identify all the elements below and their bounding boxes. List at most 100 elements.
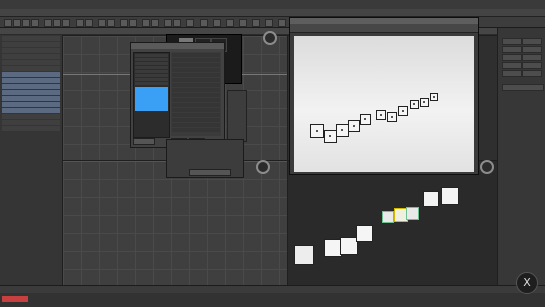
- explorer-row[interactable]: [2, 66, 60, 71]
- die-object[interactable]: [294, 245, 314, 265]
- viewcube-icon[interactable]: [263, 31, 277, 45]
- command-button[interactable]: [522, 54, 542, 61]
- explorer-row[interactable]: [2, 114, 60, 119]
- die-object[interactable]: [423, 191, 439, 207]
- command-button[interactable]: [522, 38, 542, 45]
- explorer-row[interactable]: [2, 54, 60, 59]
- toolbar-button[interactable]: [22, 19, 30, 27]
- option-row[interactable]: [172, 113, 220, 117]
- explorer-row[interactable]: [2, 120, 60, 125]
- option-row[interactable]: [172, 73, 220, 77]
- toolbar-button[interactable]: [31, 19, 39, 27]
- list-item[interactable]: [135, 70, 168, 73]
- toolbar-button[interactable]: [151, 19, 159, 27]
- toolbar-button[interactable]: [120, 19, 128, 27]
- toolbar-button[interactable]: [129, 19, 137, 27]
- explorer-row[interactable]: [2, 72, 60, 77]
- die-render: [376, 110, 386, 120]
- explorer-row[interactable]: [2, 48, 60, 53]
- toolbar-button[interactable]: [62, 19, 70, 27]
- viewcube-icon[interactable]: [480, 160, 494, 174]
- list-item[interactable]: [135, 82, 168, 85]
- list-item[interactable]: [135, 62, 168, 65]
- command-button[interactable]: [522, 62, 542, 69]
- command-button[interactable]: [502, 46, 522, 53]
- viewport-perspective[interactable]: [287, 160, 499, 287]
- toolbar-button[interactable]: [164, 19, 172, 27]
- die-object-selected[interactable]: [406, 207, 419, 220]
- option-row[interactable]: [172, 118, 220, 122]
- command-button[interactable]: [522, 46, 542, 53]
- toolbar-button[interactable]: [142, 19, 150, 27]
- viewport-front[interactable]: [62, 160, 289, 287]
- option-row[interactable]: [172, 108, 220, 112]
- die-render: [398, 106, 408, 116]
- explorer-row[interactable]: [2, 96, 60, 101]
- toolbar-button[interactable]: [4, 19, 12, 27]
- toolbar-button[interactable]: [186, 19, 194, 27]
- option-row[interactable]: [172, 78, 220, 82]
- explorer-row[interactable]: [2, 84, 60, 89]
- die-render: [387, 112, 397, 122]
- die-object-selected[interactable]: [382, 211, 394, 223]
- viewcube-icon[interactable]: [256, 160, 270, 174]
- list-item[interactable]: [135, 54, 168, 57]
- die-object[interactable]: [356, 225, 373, 242]
- list-item[interactable]: [135, 74, 168, 77]
- panel-button[interactable]: [189, 169, 231, 176]
- explorer-row[interactable]: [2, 42, 60, 47]
- toolbar-button[interactable]: [226, 19, 234, 27]
- list-item[interactable]: [135, 78, 168, 81]
- option-row[interactable]: [172, 128, 220, 132]
- toolbar-button[interactable]: [13, 19, 21, 27]
- command-button[interactable]: [522, 70, 542, 77]
- explorer-row[interactable]: [2, 90, 60, 95]
- die-render: [360, 114, 371, 125]
- die-object[interactable]: [441, 187, 459, 205]
- toolbar-button[interactable]: [200, 19, 208, 27]
- explorer-row[interactable]: [2, 78, 60, 83]
- option-row[interactable]: [172, 88, 220, 92]
- option-row[interactable]: [172, 83, 220, 87]
- command-button[interactable]: [502, 54, 522, 61]
- explorer-row[interactable]: [2, 36, 60, 41]
- list-item[interactable]: [135, 66, 168, 69]
- toolbar-button[interactable]: [44, 19, 52, 27]
- toolbar-button[interactable]: [278, 19, 286, 27]
- command-button[interactable]: [502, 70, 522, 77]
- navigation-wheel-icon[interactable]: X: [516, 272, 538, 294]
- toolbar-button[interactable]: [265, 19, 273, 27]
- dialog-title: [131, 43, 224, 49]
- command-button[interactable]: [502, 62, 522, 69]
- explorer-row[interactable]: [2, 60, 60, 65]
- option-row[interactable]: [172, 93, 220, 97]
- option-row[interactable]: [172, 98, 220, 102]
- explorer-row[interactable]: [2, 108, 60, 113]
- command-button[interactable]: [502, 84, 544, 91]
- render-canvas: [294, 36, 474, 172]
- option-row[interactable]: [172, 68, 220, 72]
- option-row[interactable]: [172, 103, 220, 107]
- dialog-button[interactable]: [133, 138, 155, 145]
- selected-items[interactable]: [135, 87, 168, 111]
- toolbar-button[interactable]: [76, 19, 84, 27]
- toolbar-button[interactable]: [213, 19, 221, 27]
- toolbar-button[interactable]: [98, 19, 106, 27]
- toolbar-button[interactable]: [173, 19, 181, 27]
- list-item[interactable]: [135, 58, 168, 61]
- explorer-row[interactable]: [2, 102, 60, 107]
- option-row[interactable]: [172, 58, 220, 62]
- option-row[interactable]: [172, 123, 220, 127]
- toolbar-button[interactable]: [53, 19, 61, 27]
- toolbar-button[interactable]: [85, 19, 93, 27]
- option-row[interactable]: [172, 63, 220, 67]
- maxscript-listener[interactable]: [2, 296, 28, 302]
- toolbar-button[interactable]: [107, 19, 115, 27]
- toolbar-button[interactable]: [239, 19, 247, 27]
- explorer-row[interactable]: [2, 126, 60, 131]
- die-render: [420, 98, 429, 107]
- toolbar-button[interactable]: [252, 19, 260, 27]
- command-button[interactable]: [502, 38, 522, 45]
- option-row[interactable]: [172, 53, 220, 57]
- object-list[interactable]: [133, 52, 170, 138]
